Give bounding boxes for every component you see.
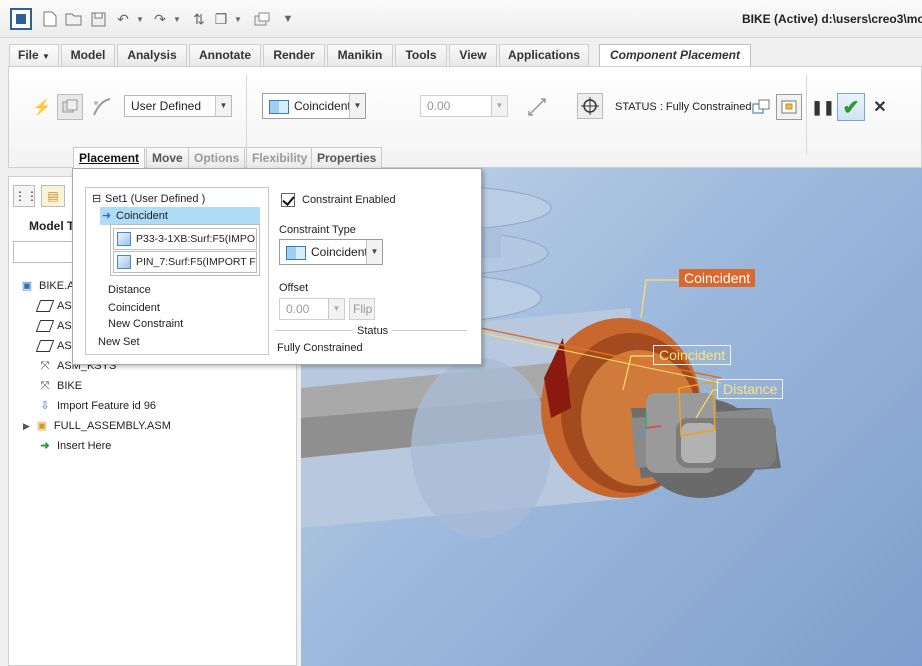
- tab-manikin[interactable]: Manikin: [327, 44, 393, 66]
- constraint-type-dropdown[interactable]: Coincident ▼: [262, 93, 366, 119]
- new-set-link[interactable]: New Set: [98, 335, 140, 349]
- tree-item-datum[interactable]: AS: [35, 317, 72, 335]
- tree-item-bike-csys[interactable]: ⤧ BIKE: [37, 377, 82, 395]
- save-icon[interactable]: [88, 9, 108, 29]
- rigid-body-icon[interactable]: [57, 94, 83, 120]
- selected-constraint-row[interactable]: ➜ Coincident: [100, 207, 260, 225]
- expand-icon[interactable]: ▶: [23, 421, 30, 431]
- surface-icon: [117, 232, 131, 246]
- undo-dropdown-icon[interactable]: ▼: [130, 9, 150, 29]
- connection-icon[interactable]: [89, 94, 115, 120]
- ribbon-separator: [246, 75, 247, 155]
- tree-item-full-assembly[interactable]: ▶ ▣ FULL_ASSEMBLY.ASM: [23, 417, 171, 435]
- tree-item-insert-here[interactable]: ➜ Insert Here: [37, 437, 111, 455]
- tab-annotate[interactable]: Annotate: [189, 44, 261, 66]
- assembly-icon: ▣: [36, 420, 48, 433]
- regenerate-icon[interactable]: ⇅: [189, 9, 209, 29]
- coincident-callout[interactable]: Coincident: [653, 345, 732, 365]
- flip-button[interactable]: Flip: [349, 298, 375, 320]
- windows-dropdown-icon[interactable]: ▼: [228, 9, 248, 29]
- subtab-options: Options: [188, 147, 246, 169]
- datum-plane-icon: [35, 319, 55, 333]
- tab-tools[interactable]: Tools: [395, 44, 447, 66]
- tab-render[interactable]: Render: [263, 44, 325, 66]
- app-icon[interactable]: [10, 8, 32, 30]
- new-icon[interactable]: [40, 9, 60, 29]
- datum-plane-icon: [35, 339, 55, 353]
- redo-dropdown-icon[interactable]: ▼: [167, 9, 187, 29]
- placement-origin-icon[interactable]: [577, 93, 603, 119]
- reference-item[interactable]: PIN_7:Surf:F5(IMPORT F: [113, 251, 257, 273]
- tab-component-placement[interactable]: Component Placement: [599, 44, 751, 67]
- model-tree-title: Model T: [29, 219, 75, 233]
- flip-icon[interactable]: [524, 94, 550, 120]
- tab-model[interactable]: Model: [61, 44, 115, 66]
- constraint-item-coincident[interactable]: Coincident: [108, 301, 160, 315]
- window-title: BIKE (Active) d:\users\creo3\mot: [742, 12, 922, 26]
- ribbon-tabs: File ▼ Model Analysis Annotate Render Ma…: [0, 38, 922, 67]
- panel-constraint-type-dropdown[interactable]: Coincident ▼: [279, 239, 383, 265]
- set-label[interactable]: Set1 (User Defined ): [105, 192, 205, 206]
- customize-icon[interactable]: ▼: [278, 9, 298, 29]
- constraint-type-label: Constraint Type: [279, 224, 356, 236]
- constraint-set-list: ⊟ Set1 (User Defined ) ➜ Coincident P33-…: [85, 187, 269, 355]
- reference-item[interactable]: P33-3-1XB:Surf:F5(IMPO: [113, 228, 257, 250]
- pause-icon[interactable]: ❚❚: [810, 94, 836, 120]
- placement-panel: ⊟ Set1 (User Defined ) ➜ Coincident P33-…: [72, 168, 482, 365]
- tree-filter-input[interactable]: [13, 241, 73, 263]
- confirm-icon[interactable]: ✔: [837, 93, 865, 121]
- distance-callout[interactable]: Distance: [717, 379, 784, 399]
- status-text: STATUS : Fully Constrained: [615, 101, 752, 113]
- subtab-move[interactable]: Move: [146, 147, 189, 169]
- lightning-icon[interactable]: ⚡: [29, 94, 55, 120]
- csys-icon: ⤧: [40, 380, 50, 393]
- csys-icon: ⤧: [40, 360, 50, 373]
- tree-item-import-feature[interactable]: ⇩ Import Feature id 96: [37, 397, 156, 415]
- coincident-icon: [269, 99, 289, 114]
- constraint-item-distance[interactable]: Distance: [108, 283, 151, 297]
- tab-analysis[interactable]: Analysis: [117, 44, 187, 66]
- new-constraint-link[interactable]: New Constraint: [108, 317, 183, 331]
- offset-input[interactable]: 0.00 ▼: [420, 95, 508, 117]
- close-window-icon[interactable]: [252, 9, 272, 29]
- set-type-dropdown[interactable]: User Defined ▼: [124, 95, 232, 117]
- offset-label: Offset: [279, 282, 309, 294]
- subtab-properties[interactable]: Properties: [311, 147, 383, 169]
- insert-arrow-icon: ➜: [40, 440, 50, 453]
- separate-window-icon[interactable]: [748, 94, 774, 120]
- tab-file[interactable]: File ▼: [9, 44, 59, 66]
- coincident-callout-orange[interactable]: Coincident: [679, 269, 756, 287]
- subtab-placement[interactable]: Placement: [73, 147, 146, 169]
- import-feature-icon: ⇩: [40, 400, 50, 413]
- status-value: Fully Constrained: [277, 342, 363, 354]
- datum-plane-icon: [35, 299, 55, 313]
- tree-item-root[interactable]: ▣ BIKE.A: [19, 277, 75, 295]
- folder-browser-icon[interactable]: ▤: [41, 185, 65, 207]
- subtab-flexibility: Flexibility: [246, 147, 314, 169]
- model-tree-tab-icon[interactable]: ⋮⋮: [13, 185, 38, 207]
- ribbon-separator: [806, 75, 807, 155]
- tab-applications[interactable]: Applications: [499, 44, 589, 66]
- reference-list: P33-3-1XB:Surf:F5(IMPO PIN_7:Surf:F5(IMP…: [110, 224, 260, 276]
- status-label: Status: [353, 324, 393, 338]
- cancel-icon[interactable]: ✕: [867, 94, 893, 120]
- component-placement-ribbon: ⚡ User Defined ▼ Coincident ▼ 0.00 ▼ STATUS…: [8, 66, 922, 169]
- set-collapse-icon[interactable]: ⊟: [92, 192, 101, 206]
- assembly-window-icon[interactable]: [776, 94, 802, 120]
- open-icon[interactable]: [64, 9, 84, 29]
- assembly-icon: ▣: [21, 280, 33, 293]
- selected-arrow-icon: ➜: [102, 210, 112, 222]
- constraint-enabled-label: Constraint Enabled: [302, 194, 396, 206]
- panel-offset-input[interactable]: 0.00 ▼: [279, 298, 345, 320]
- title-bar: ↶ ▼ ↷ ▼ ⇅ ❐ ▼ ▼ BIKE (Active) d:\users\c…: [0, 0, 922, 38]
- coincident-icon: [286, 245, 306, 260]
- constraint-enabled-checkbox[interactable]: [281, 193, 295, 207]
- tab-view[interactable]: View: [449, 44, 497, 66]
- surface-icon: [117, 255, 131, 269]
